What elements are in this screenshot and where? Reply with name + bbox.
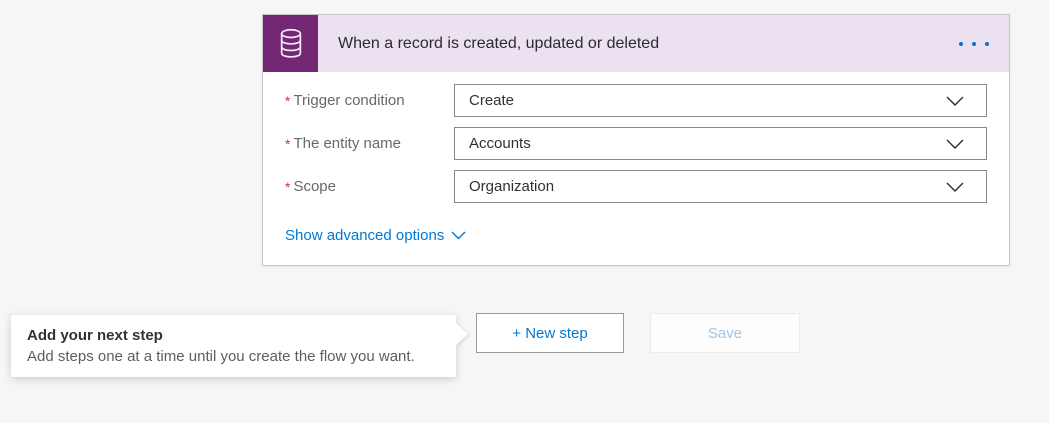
field-row-entity-name: * The entity name Accounts xyxy=(285,127,987,160)
database-icon xyxy=(263,15,318,72)
trigger-card-body: * Trigger condition Create * The entity … xyxy=(263,72,1009,265)
callout-title: Add your next step xyxy=(27,325,442,346)
callout-arrow xyxy=(456,323,468,345)
trigger-condition-value: Create xyxy=(455,92,946,109)
new-step-button[interactable]: + New step xyxy=(476,313,624,353)
chevron-down-icon xyxy=(946,139,964,149)
required-marker: * xyxy=(285,136,290,152)
flow-designer-canvas: When a record is created, updated or del… xyxy=(0,0,1049,423)
show-advanced-options-link[interactable]: Show advanced options xyxy=(285,227,466,244)
scope-label: * Scope xyxy=(285,178,454,195)
entity-name-value: Accounts xyxy=(455,135,946,152)
ellipsis-menu-icon[interactable] xyxy=(953,34,995,54)
entity-name-label: * The entity name xyxy=(285,135,454,152)
scope-value: Organization xyxy=(455,178,946,195)
field-row-scope: * Scope Organization xyxy=(285,170,987,203)
trigger-card-title: When a record is created, updated or del… xyxy=(318,35,953,53)
trigger-card: When a record is created, updated or del… xyxy=(262,14,1010,266)
field-row-trigger-condition: * Trigger condition Create xyxy=(285,84,987,117)
trigger-card-header[interactable]: When a record is created, updated or del… xyxy=(263,15,1009,72)
trigger-condition-dropdown[interactable]: Create xyxy=(454,84,987,117)
save-button[interactable]: Save xyxy=(650,313,800,353)
entity-name-dropdown[interactable]: Accounts xyxy=(454,127,987,160)
callout-description: Add steps one at a time until you create… xyxy=(27,346,442,368)
chevron-down-icon xyxy=(946,96,964,106)
trigger-condition-label: * Trigger condition xyxy=(285,92,454,109)
required-marker: * xyxy=(285,93,290,109)
next-step-callout: Add your next step Add steps one at a ti… xyxy=(11,315,456,377)
chevron-down-icon xyxy=(451,231,466,240)
chevron-down-icon xyxy=(946,182,964,192)
scope-dropdown[interactable]: Organization xyxy=(454,170,987,203)
required-marker: * xyxy=(285,179,290,195)
